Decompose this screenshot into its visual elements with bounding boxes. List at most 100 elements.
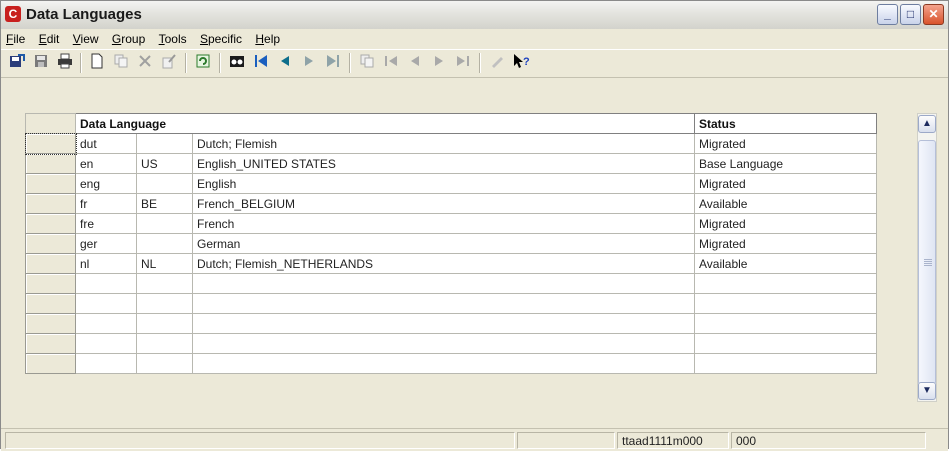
language-code-cell[interactable]: nl	[75, 253, 137, 274]
country-code-cell[interactable]: NL	[136, 253, 193, 274]
new-icon[interactable]	[87, 53, 107, 73]
table-row[interactable]	[25, 313, 877, 334]
menu-group[interactable]: Group	[107, 29, 150, 49]
country-code-cell[interactable]: BE	[136, 193, 193, 214]
language-code-cell[interactable]	[75, 333, 137, 354]
refresh-icon[interactable]	[193, 53, 213, 73]
table-row[interactable]: fr BE French_BELGIUM Available	[25, 193, 877, 214]
menu-view[interactable]: View	[68, 29, 104, 49]
description-cell[interactable]	[192, 333, 695, 354]
first-record-icon[interactable]	[251, 53, 271, 73]
description-cell[interactable]: Dutch; Flemish_NETHERLANDS	[192, 253, 695, 274]
status-cell[interactable]	[694, 333, 877, 354]
language-code-cell[interactable]	[75, 273, 137, 294]
country-code-cell[interactable]	[136, 233, 193, 254]
menu-help[interactable]: Help	[250, 29, 285, 49]
row-selector[interactable]	[25, 253, 76, 274]
save-and-close-icon[interactable]	[7, 53, 27, 73]
description-cell[interactable]	[192, 273, 695, 294]
table-row[interactable]: ger German Migrated	[25, 233, 877, 254]
status-cell[interactable]	[694, 313, 877, 334]
description-cell[interactable]: French_BELGIUM	[192, 193, 695, 214]
language-code-cell[interactable]: fr	[75, 193, 137, 214]
description-cell[interactable]	[192, 353, 695, 374]
status-cell[interactable]: Available	[694, 193, 877, 214]
row-selector[interactable]	[25, 153, 76, 174]
language-code-cell[interactable]: en	[75, 153, 137, 174]
row-selector[interactable]	[25, 273, 76, 294]
header-status[interactable]: Status	[694, 113, 877, 134]
description-cell[interactable]	[192, 293, 695, 314]
status-cell[interactable]: Available	[694, 253, 877, 274]
change-icon[interactable]	[159, 53, 179, 73]
description-cell[interactable]: Dutch; Flemish	[192, 133, 695, 154]
country-code-cell[interactable]	[136, 133, 193, 154]
last-record-icon[interactable]	[323, 53, 343, 73]
status-cell[interactable]: Migrated	[694, 173, 877, 194]
language-code-cell[interactable]: eng	[75, 173, 137, 194]
copy-group-icon[interactable]	[357, 53, 377, 73]
row-selector[interactable]	[25, 233, 76, 254]
status-cell[interactable]	[694, 293, 877, 314]
header-data-language[interactable]: Data Language	[75, 113, 695, 134]
table-row[interactable]: dut Dutch; Flemish Migrated	[24, 132, 877, 155]
table-row[interactable]	[25, 333, 877, 354]
close-button[interactable]: ✕	[923, 4, 944, 25]
language-code-cell[interactable]	[75, 313, 137, 334]
table-row[interactable]: fre French Migrated	[25, 213, 877, 234]
maximize-button[interactable]: □	[900, 4, 921, 25]
status-cell[interactable]: Migrated	[694, 133, 877, 154]
country-code-cell[interactable]	[136, 353, 193, 374]
text-icon[interactable]	[487, 53, 507, 73]
language-code-cell[interactable]: dut	[75, 133, 137, 154]
scroll-thumb[interactable]	[918, 140, 936, 385]
table-row[interactable]	[25, 293, 877, 314]
duplicate-icon[interactable]	[111, 53, 131, 73]
description-cell[interactable]: French	[192, 213, 695, 234]
language-code-cell[interactable]: ger	[75, 233, 137, 254]
menu-specific[interactable]: Specific	[195, 29, 247, 49]
scroll-down-button[interactable]: ▼	[918, 382, 936, 400]
next-record-icon[interactable]	[299, 53, 319, 73]
menu-file[interactable]: File	[1, 29, 30, 49]
description-cell[interactable]: German	[192, 233, 695, 254]
menu-tools[interactable]: Tools	[154, 29, 192, 49]
previous-record-icon[interactable]	[275, 53, 295, 73]
language-code-cell[interactable]	[75, 293, 137, 314]
table-row[interactable]	[25, 353, 877, 374]
language-code-cell[interactable]	[75, 353, 137, 374]
status-cell[interactable]	[694, 273, 877, 294]
first-group-icon[interactable]	[381, 53, 401, 73]
country-code-cell[interactable]	[136, 273, 193, 294]
table-row[interactable]: nl NL Dutch; Flemish_NETHERLANDS Available	[25, 253, 877, 274]
status-cell[interactable]: Base Language	[694, 153, 877, 174]
country-code-cell[interactable]	[136, 313, 193, 334]
country-code-cell[interactable]	[136, 213, 193, 234]
row-selector[interactable]	[25, 333, 76, 354]
description-cell[interactable]	[192, 313, 695, 334]
row-selector[interactable]	[25, 173, 76, 194]
print-icon[interactable]	[55, 53, 75, 73]
last-group-icon[interactable]	[453, 53, 473, 73]
app-icon[interactable]: C	[5, 6, 21, 22]
row-selector[interactable]	[25, 193, 76, 214]
row-selector[interactable]	[25, 313, 76, 334]
whats-this-icon[interactable]: ?	[511, 53, 531, 73]
status-cell[interactable]: Migrated	[694, 213, 877, 234]
country-code-cell[interactable]	[136, 293, 193, 314]
save-icon[interactable]	[31, 53, 51, 73]
table-row[interactable]: en US English_UNITED STATES Base Language	[25, 153, 877, 174]
next-group-icon[interactable]	[429, 53, 449, 73]
find-icon[interactable]	[227, 53, 247, 73]
status-cell[interactable]: Migrated	[694, 233, 877, 254]
language-code-cell[interactable]: fre	[75, 213, 137, 234]
description-cell[interactable]: English_UNITED STATES	[192, 153, 695, 174]
menu-edit[interactable]: Edit	[34, 29, 65, 49]
vertical-scrollbar[interactable]: ▲ ▼	[917, 113, 937, 402]
row-selector[interactable]	[24, 132, 77, 155]
table-row[interactable]: eng English Migrated	[25, 173, 877, 194]
country-code-cell[interactable]	[136, 173, 193, 194]
country-code-cell[interactable]	[136, 333, 193, 354]
delete-icon[interactable]	[135, 53, 155, 73]
status-cell[interactable]	[694, 353, 877, 374]
